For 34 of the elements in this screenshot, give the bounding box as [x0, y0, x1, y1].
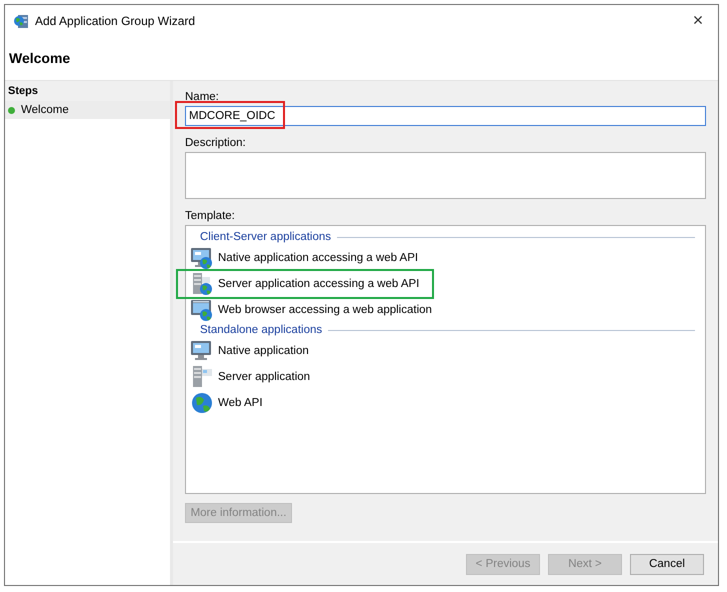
- name-label: Name:: [185, 91, 220, 103]
- server-icon: [190, 365, 214, 389]
- template-label: Server application accessing a web API: [218, 278, 420, 290]
- steps-heading: Steps: [5, 81, 170, 101]
- app-icon: [13, 12, 29, 28]
- close-button[interactable]: ×: [678, 10, 718, 31]
- template-item[interactable]: Server application accessing a web API: [178, 271, 432, 297]
- template-label: Web API: [218, 397, 263, 409]
- template-item[interactable]: Web browser accessing a web application: [190, 297, 438, 323]
- template-item[interactable]: Native application: [190, 338, 315, 364]
- description-field[interactable]: [185, 152, 706, 199]
- server-icon: [190, 272, 214, 296]
- template-label: Native application: [218, 345, 309, 357]
- template-item[interactable]: Web API: [190, 390, 269, 416]
- globe-icon: [190, 391, 214, 415]
- template-label: Web browser accessing a web application: [218, 304, 432, 316]
- template-label: Server application: [218, 371, 310, 383]
- wizard-button[interactable]: Cancel: [630, 554, 704, 574]
- template-item[interactable]: Native application accessing a web API: [190, 245, 424, 271]
- step-label: Welcome: [21, 104, 69, 116]
- window-title: Add Application Group Wizard: [35, 14, 196, 28]
- template-item[interactable]: Server application: [190, 364, 316, 390]
- group-title: Client-Server applications: [200, 231, 332, 243]
- monitor-icon: [190, 246, 214, 270]
- description-label: Description:: [185, 137, 247, 149]
- template-label: Template:: [185, 210, 236, 222]
- template-label: Native application accessing a web API: [218, 252, 418, 264]
- monitor-icon: [190, 339, 214, 363]
- step-item[interactable]: Welcome: [5, 101, 170, 119]
- name-field[interactable]: MDCORE_OIDC: [185, 106, 706, 126]
- group-title: Standalone applications: [200, 324, 322, 336]
- page-title: Welcome: [9, 50, 70, 66]
- status-dot-icon: [8, 106, 15, 114]
- browser-window-icon: [190, 298, 214, 322]
